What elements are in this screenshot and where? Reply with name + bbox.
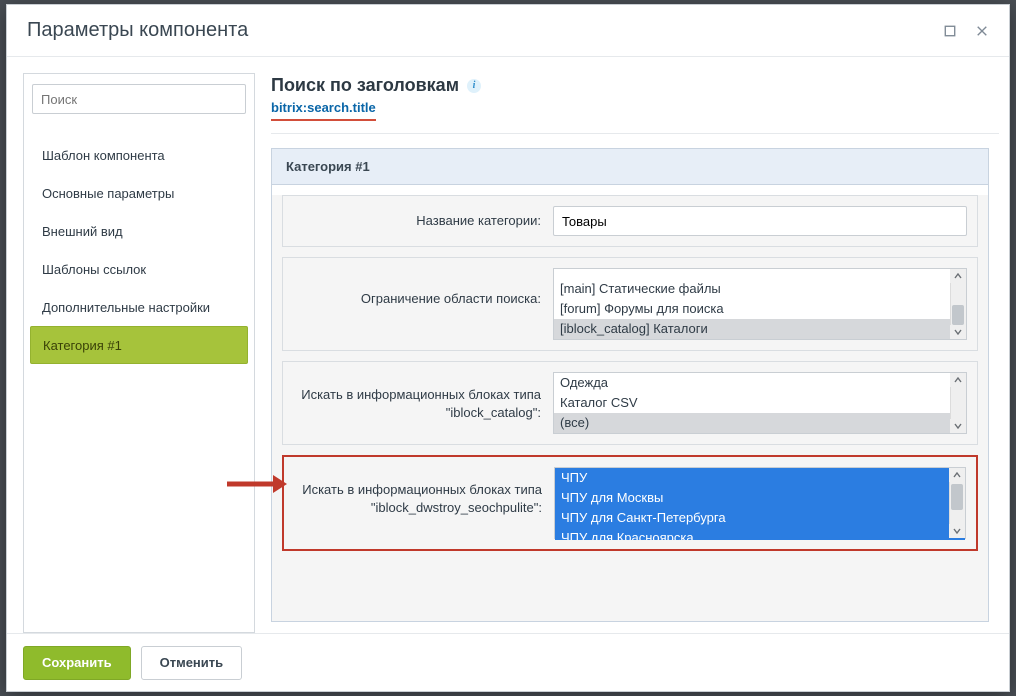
- dialog-titlebar: Параметры компонента: [7, 5, 1009, 57]
- scroll-up-icon[interactable]: [950, 269, 966, 283]
- sidebar: Шаблон компонента Основные параметры Вне…: [23, 73, 255, 633]
- page-title: Поиск по заголовкам: [271, 75, 459, 96]
- scroll-up-icon[interactable]: [949, 468, 965, 482]
- listbox-option-selected[interactable]: ЧПУ для Москвы: [555, 488, 965, 508]
- close-icon[interactable]: [973, 22, 991, 40]
- dialog-title: Параметры компонента: [27, 19, 927, 42]
- section-title: Категория #1: [272, 149, 988, 185]
- scroll-up-icon[interactable]: [950, 373, 966, 387]
- form-scroll-area[interactable]: Категория #1 Название категории:: [271, 133, 999, 633]
- info-icon[interactable]: i: [467, 79, 481, 93]
- scrollbar-track[interactable]: [949, 468, 965, 538]
- listbox-iblock-catalog[interactable]: Одежда Каталог CSV (все): [553, 372, 967, 434]
- listbox-search-area[interactable]: [main] Статические файлы [forum] Форумы …: [553, 268, 967, 340]
- listbox-iblock-seochpulite[interactable]: ЧПУ ЧПУ для Москвы ЧПУ для Санкт-Петербу…: [554, 467, 966, 539]
- listbox-option-selected[interactable]: ЧПУ для Красноярска: [555, 528, 965, 540]
- scroll-down-icon[interactable]: [950, 419, 966, 433]
- maximize-icon[interactable]: [941, 22, 959, 40]
- scroll-down-icon[interactable]: [949, 524, 965, 538]
- content: Поиск по заголовкам i bitrix:search.titl…: [271, 73, 999, 633]
- listbox-option[interactable]: Одежда: [554, 373, 966, 393]
- listbox-option-selected[interactable]: [iblock_catalog] Каталоги: [554, 319, 966, 339]
- listbox-option-selected[interactable]: (все): [554, 413, 966, 433]
- label-search-area: Ограничение области поиска:: [293, 268, 553, 314]
- listbox-option-selected[interactable]: ЧПУ: [555, 468, 965, 488]
- field-search-area: Ограничение области поиска: [main] Стати…: [282, 257, 978, 351]
- listbox-option[interactable]: Каталог CSV: [554, 393, 966, 413]
- dialog-footer: Сохранить Отменить: [7, 633, 1009, 691]
- listbox-option-partial[interactable]: [554, 269, 966, 279]
- sidebar-item-appearance[interactable]: Внешний вид: [30, 212, 248, 250]
- section-category-1: Категория #1 Название категории:: [271, 148, 989, 622]
- label-category-name: Название категории:: [293, 206, 553, 236]
- listbox-option-selected[interactable]: ЧПУ для Санкт-Петербурга: [555, 508, 965, 528]
- field-category-name: Название категории:: [282, 195, 978, 247]
- sidebar-item-extra-settings[interactable]: Дополнительные настройки: [30, 288, 248, 326]
- sidebar-item-link-templates[interactable]: Шаблоны ссылок: [30, 250, 248, 288]
- scrollbar-track[interactable]: [950, 269, 966, 339]
- save-button[interactable]: Сохранить: [23, 646, 131, 680]
- field-iblock-catalog: Искать в информационных блоках типа "ibl…: [282, 361, 978, 445]
- field-iblock-seochpulite-highlighted: Искать в информационных блоках типа "ibl…: [282, 455, 978, 551]
- sidebar-item-template[interactable]: Шаблон компонента: [30, 136, 248, 174]
- sidebar-item-main-params[interactable]: Основные параметры: [30, 174, 248, 212]
- label-iblock-seochpulite: Искать в информационных блоках типа "ibl…: [294, 467, 554, 523]
- label-iblock-catalog: Искать в информационных блоках типа "ibl…: [293, 372, 553, 428]
- sidebar-nav: Шаблон компонента Основные параметры Вне…: [30, 136, 248, 364]
- listbox-option[interactable]: [main] Статические файлы: [554, 279, 966, 299]
- scrollbar-thumb[interactable]: [952, 305, 964, 325]
- sidebar-item-category-1[interactable]: Категория #1: [30, 326, 248, 364]
- cancel-button[interactable]: Отменить: [141, 646, 243, 680]
- scrollbar-thumb[interactable]: [951, 484, 963, 510]
- search-input[interactable]: [32, 84, 246, 114]
- component-code-link[interactable]: bitrix:search.title: [271, 100, 376, 121]
- scroll-down-icon[interactable]: [950, 325, 966, 339]
- content-header: Поиск по заголовкам i bitrix:search.titl…: [271, 73, 999, 133]
- scrollbar-track[interactable]: [950, 373, 966, 433]
- input-category-name[interactable]: [553, 206, 967, 236]
- component-settings-dialog: Параметры компонента Шаблон компонента О…: [6, 4, 1010, 692]
- listbox-option[interactable]: [forum] Форумы для поиска: [554, 299, 966, 319]
